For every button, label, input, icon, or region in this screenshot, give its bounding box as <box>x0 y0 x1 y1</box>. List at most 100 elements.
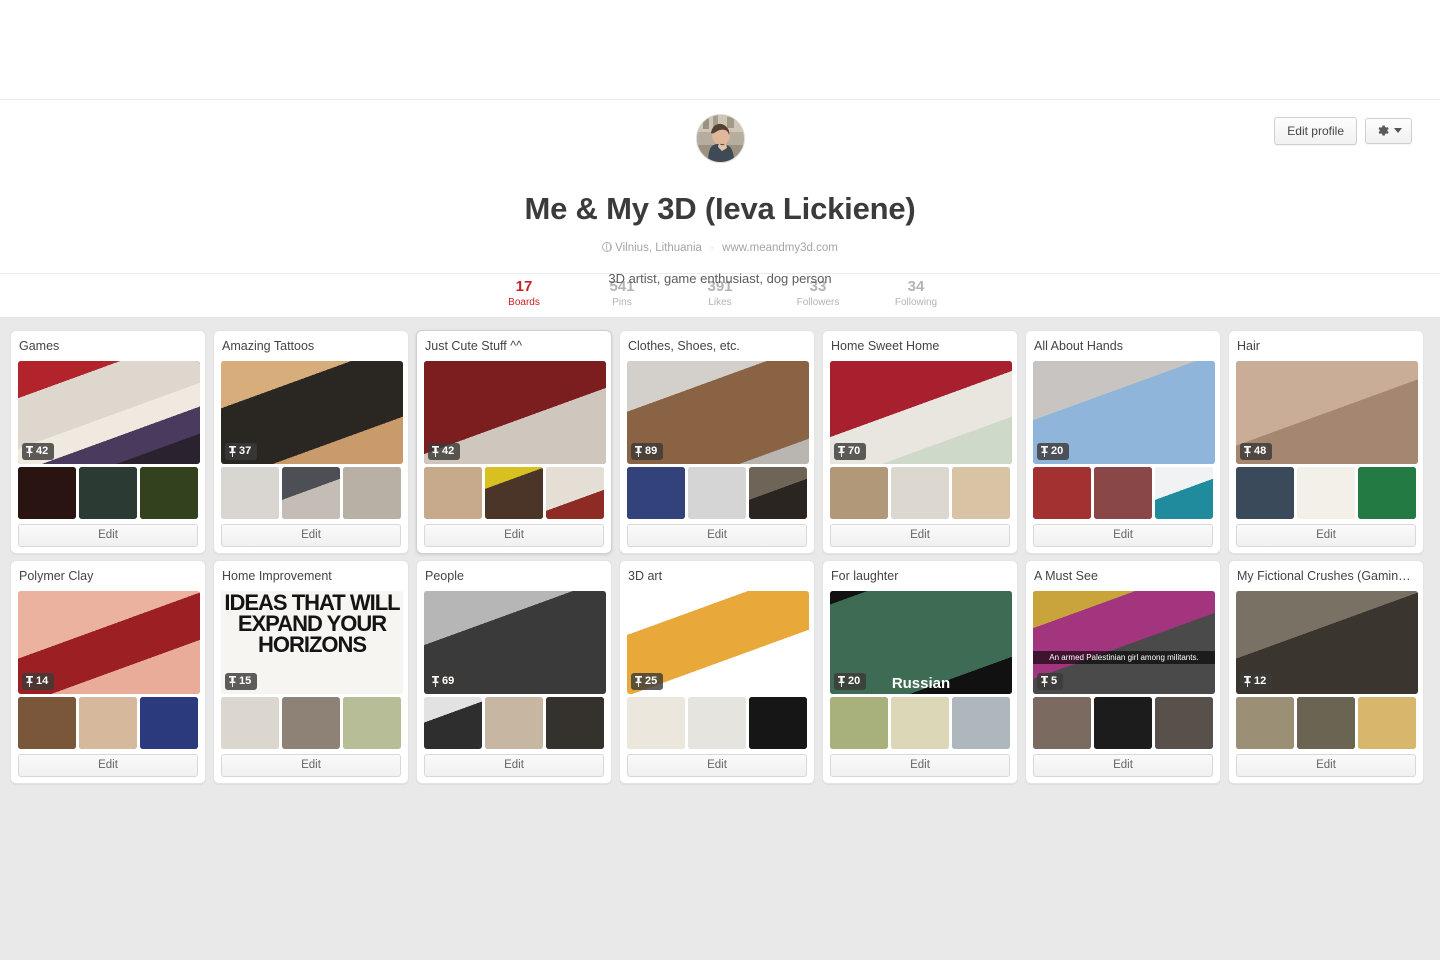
board-thumbnail[interactable] <box>1155 697 1213 749</box>
board-thumbnail[interactable] <box>1236 467 1294 519</box>
board-thumbnail[interactable] <box>1358 467 1416 519</box>
board-thumbnail[interactable] <box>140 467 198 519</box>
board-thumbnail[interactable] <box>688 467 746 519</box>
thumbnail-photo <box>79 697 137 749</box>
board-thumbnail[interactable] <box>424 697 482 749</box>
edit-board-button[interactable]: Edit <box>1236 524 1416 547</box>
board-thumbnail[interactable] <box>830 467 888 519</box>
edit-board-button[interactable]: Edit <box>18 754 198 777</box>
board-card[interactable]: Games 42 Edit <box>10 330 206 554</box>
board-thumbnail[interactable] <box>424 467 482 519</box>
thumbnail-photo <box>627 467 685 519</box>
board-card[interactable]: A Must See An armed Palestinian girl amon… <box>1025 560 1221 784</box>
board-thumbnail[interactable] <box>282 467 340 519</box>
edit-board-button[interactable]: Edit <box>627 524 807 547</box>
board-cover-image[interactable]: 12 <box>1236 591 1418 694</box>
board-thumbnail[interactable] <box>485 697 543 749</box>
board-thumbnail[interactable] <box>1033 467 1091 519</box>
board-thumbnail[interactable] <box>1155 467 1213 519</box>
thumbnail-photo <box>952 467 1010 519</box>
board-thumbnail[interactable] <box>18 697 76 749</box>
edit-board-button[interactable]: Edit <box>18 524 198 547</box>
board-thumbnail[interactable] <box>627 697 685 749</box>
edit-board-button[interactable]: Edit <box>1033 524 1213 547</box>
profile-website-link[interactable]: www.meandmy3d.com <box>722 242 838 254</box>
board-cover-image[interactable]: 42 <box>424 361 606 464</box>
board-thumbnail[interactable] <box>830 697 888 749</box>
board-cover-image[interactable]: 14 <box>18 591 200 694</box>
board-thumbnail[interactable] <box>1094 467 1152 519</box>
board-thumbnail[interactable] <box>1297 697 1355 749</box>
board-thumbnail[interactable] <box>749 467 807 519</box>
pin-count: 20 <box>848 675 861 687</box>
board-card[interactable]: Hair 48 Edit <box>1228 330 1424 554</box>
board-thumbnail[interactable] <box>343 697 401 749</box>
board-thumbnail[interactable] <box>221 697 279 749</box>
board-thumbnail[interactable] <box>221 467 279 519</box>
board-cover-image[interactable]: 70 <box>830 361 1012 464</box>
board-cover-image[interactable]: 37 <box>221 361 403 464</box>
board-thumbnail[interactable] <box>891 467 949 519</box>
thumbnail-photo <box>1297 697 1355 749</box>
board-card[interactable]: All About Hands 20 Edit <box>1025 330 1221 554</box>
board-cover-image[interactable]: IDEAS THAT WILL EXPAND YOUR HORIZONS 15 <box>221 591 403 694</box>
board-thumbnail[interactable] <box>18 467 76 519</box>
board-thumbnail[interactable] <box>952 467 1010 519</box>
board-card[interactable]: People 69 Edit <box>416 560 612 784</box>
edit-board-button[interactable]: Edit <box>221 754 401 777</box>
board-thumbnail[interactable] <box>1358 697 1416 749</box>
board-card[interactable]: Just Cute Stuff ^^ 42 Edit <box>416 330 612 554</box>
board-thumbnail[interactable] <box>79 697 137 749</box>
board-title: People <box>425 569 464 583</box>
board-card[interactable]: Amazing Tattoos 37 Edit <box>213 330 409 554</box>
board-thumbnail[interactable] <box>1094 697 1152 749</box>
board-thumbnail[interactable] <box>1236 697 1294 749</box>
board-thumbnail[interactable] <box>485 467 543 519</box>
pin-count: 15 <box>239 675 252 687</box>
edit-board-button[interactable]: Edit <box>221 524 401 547</box>
thumbnail-photo <box>221 467 279 519</box>
board-thumbnail[interactable] <box>343 467 401 519</box>
edit-profile-button[interactable]: Edit profile <box>1274 117 1357 145</box>
board-thumbnail[interactable] <box>749 697 807 749</box>
thumbnail-photo <box>546 467 604 519</box>
board-card[interactable]: Clothes, Shoes, etc. 89 Edit <box>619 330 815 554</box>
edit-board-button[interactable]: Edit <box>424 524 604 547</box>
board-card[interactable]: My Fictional Crushes (Gamin… 12 Edit <box>1228 560 1424 784</box>
board-thumbnail[interactable] <box>627 467 685 519</box>
board-thumbnail[interactable] <box>546 697 604 749</box>
board-cover-image[interactable]: 48 <box>1236 361 1418 464</box>
board-thumbnail[interactable] <box>1297 467 1355 519</box>
board-cover-image[interactable]: 89 <box>627 361 809 464</box>
board-card[interactable]: 3D art 25 Edit <box>619 560 815 784</box>
board-thumbnail[interactable] <box>79 467 137 519</box>
board-cover-image[interactable]: 20 <box>1033 361 1215 464</box>
edit-board-button[interactable]: Edit <box>627 754 807 777</box>
edit-board-button[interactable]: Edit <box>830 754 1010 777</box>
board-cover-image[interactable]: 69 <box>424 591 606 694</box>
edit-board-button[interactable]: Edit <box>1236 754 1416 777</box>
board-card[interactable]: For laughter Russian 20 Edit <box>822 560 1018 784</box>
board-cover-image[interactable]: 25 <box>627 591 809 694</box>
board-thumbnail[interactable] <box>891 697 949 749</box>
board-thumbnail[interactable] <box>282 697 340 749</box>
board-cover-image[interactable]: An armed Palestinian girl among militant… <box>1033 591 1215 694</box>
board-thumbnail[interactable] <box>546 467 604 519</box>
board-card[interactable]: Polymer Clay 14 Edit <box>10 560 206 784</box>
thumbnail-photo <box>688 697 746 749</box>
board-thumbnail[interactable] <box>1033 697 1091 749</box>
board-thumbnail[interactable] <box>952 697 1010 749</box>
avatar[interactable] <box>695 114 745 163</box>
board-cover-image[interactable]: Russian 20 <box>830 591 1012 694</box>
board-thumbnail[interactable] <box>140 697 198 749</box>
board-card[interactable]: Home Improvement IDEAS THAT WILL EXPAND Y… <box>213 560 409 784</box>
board-cover-image[interactable]: 42 <box>18 361 200 464</box>
board-thumbnail[interactable] <box>688 697 746 749</box>
settings-menu-button[interactable] <box>1365 118 1412 144</box>
edit-board-button[interactable]: Edit <box>830 524 1010 547</box>
edit-board-button[interactable]: Edit <box>424 754 604 777</box>
edit-board-button[interactable]: Edit <box>1033 754 1213 777</box>
pin-count-badge: 89 <box>631 443 664 460</box>
board-card[interactable]: Home Sweet Home 70 Edit <box>822 330 1018 554</box>
board-thumbnails <box>424 467 604 519</box>
